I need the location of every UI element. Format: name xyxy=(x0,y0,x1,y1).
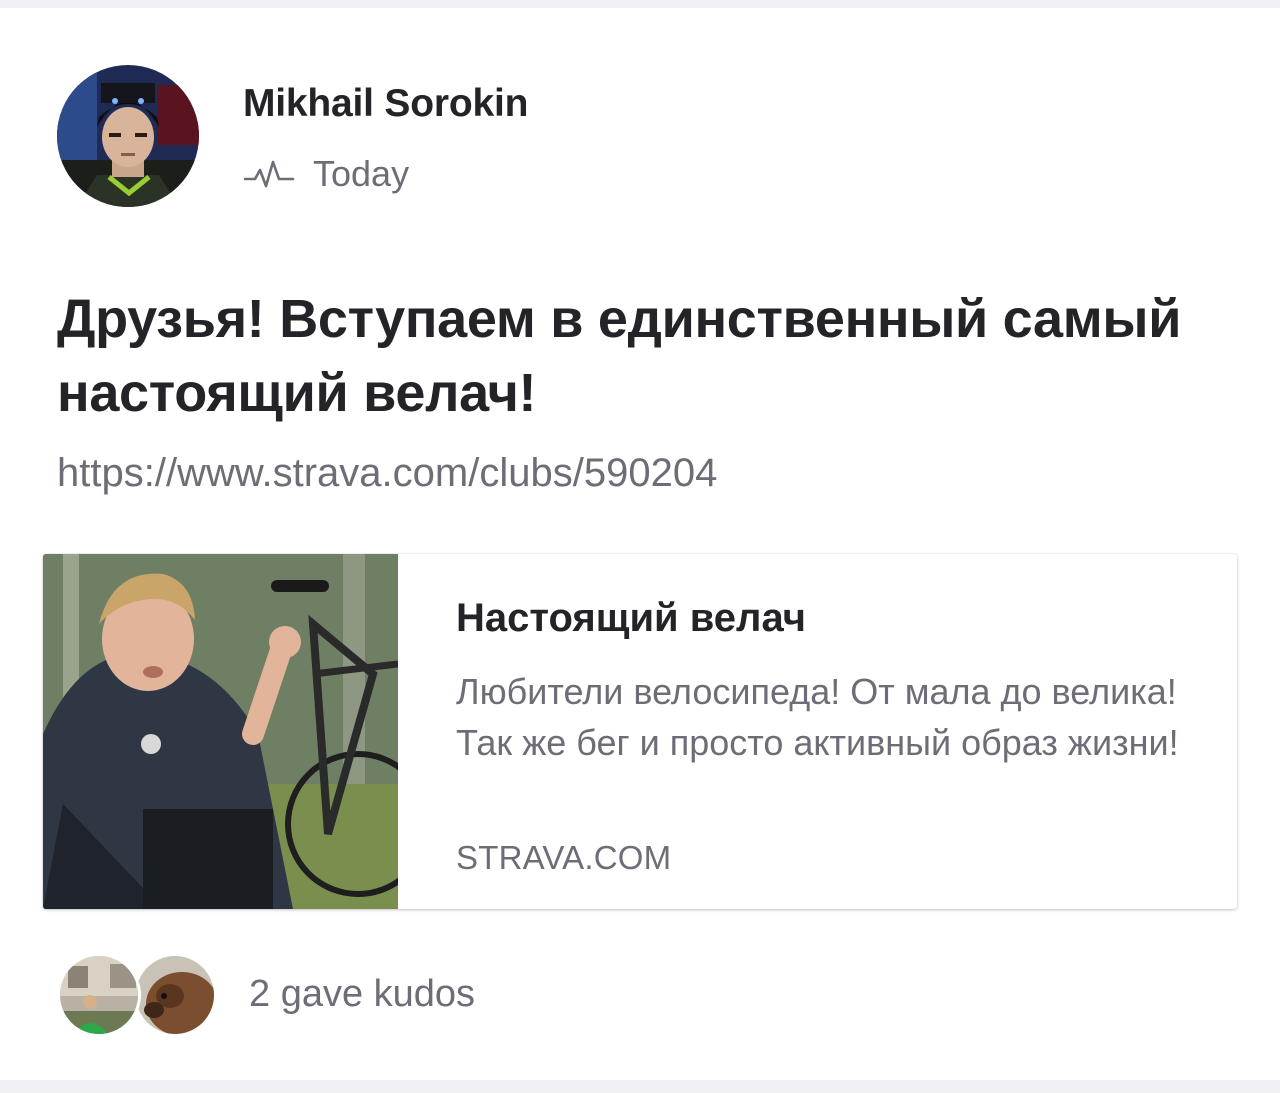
post-title: Друзья! Вступаем в единственный самый на… xyxy=(57,289,1182,423)
kudo-avatar-1[interactable] xyxy=(57,953,141,1037)
link-preview-description: Любители велосипеда! От мала до велика! … xyxy=(456,671,1179,763)
post-meta: Today xyxy=(243,153,409,195)
user-avatar-image xyxy=(57,65,199,207)
kudos-count-text[interactable]: 2 gave kudos xyxy=(249,973,475,1016)
kudos-row[interactable]: 2 gave kudos xyxy=(57,953,657,1039)
link-preview-card[interactable]: Настоящий велач Любители велосипеда! От … xyxy=(43,554,1237,909)
post-link[interactable]: https://www.strava.com/clubs/590204 xyxy=(57,451,717,496)
link-preview-domain: STRAVA.COM xyxy=(456,839,672,876)
activity-pulse-icon xyxy=(243,160,295,188)
feed-post-card: Mikhail Sorokin Today Друзья! Вступаем в… xyxy=(0,8,1280,1080)
kudo-avatar-1-image xyxy=(60,956,138,1034)
author-avatar[interactable] xyxy=(57,65,199,207)
post-time: Today xyxy=(313,153,410,194)
kudo-avatar-2[interactable] xyxy=(133,953,217,1037)
link-preview-image xyxy=(43,554,398,909)
kudo-avatar-2-image xyxy=(136,956,214,1034)
link-preview-title: Настоящий велач xyxy=(456,596,806,640)
author-name[interactable]: Mikhail Sorokin xyxy=(243,82,528,126)
